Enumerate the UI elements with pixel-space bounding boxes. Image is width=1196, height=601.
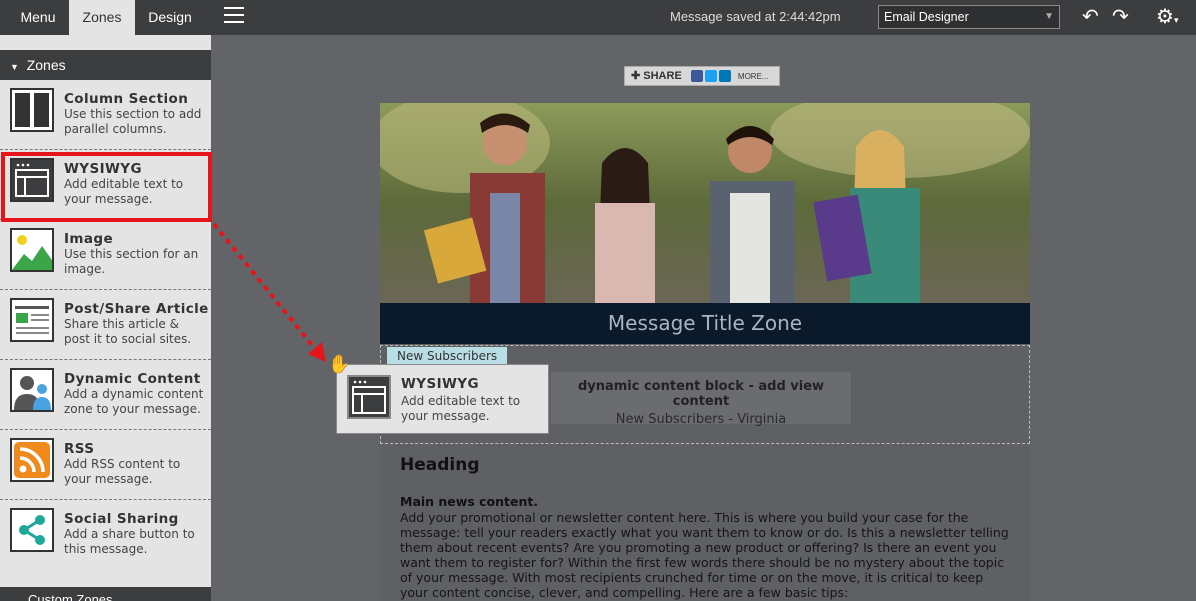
zone-social-sharing[interactable]: Social Sharing Add a share button to thi… <box>0 500 211 570</box>
hamburger-menu-icon[interactable] <box>224 7 244 25</box>
zone-title: Social Sharing <box>64 511 179 527</box>
zones-panel: ▼ Zones Column Section Use this section … <box>0 35 211 601</box>
dynamic-block-title: dynamic content block - add view content <box>577 379 825 409</box>
zone-title: Post/Share Article <box>64 301 209 317</box>
share-more-link[interactable]: MORE... <box>738 72 769 81</box>
zone-desc: Use this section for an image. <box>64 247 199 276</box>
zone-desc: Add a dynamic content zone to your messa… <box>64 387 204 416</box>
columns-icon <box>10 88 54 132</box>
zone-image[interactable]: Image Use this section for an image. <box>0 220 211 290</box>
linkedin-icon[interactable] <box>718 70 731 83</box>
custom-zones-header[interactable]: Custom Zones <box>0 587 211 601</box>
plus-icon: ✚ <box>631 70 641 82</box>
article-icon <box>10 298 54 342</box>
share-label: SHARE <box>643 70 682 82</box>
zone-post-share-article[interactable]: Post/Share Article Share this article & … <box>0 290 211 360</box>
dynamic-block-subtitle: New Subscribers - Virginia <box>615 412 787 427</box>
wysiwyg-icon <box>347 375 391 419</box>
rss-icon <box>10 438 54 482</box>
share-bar[interactable]: ✚ SHARE MORE... <box>624 66 780 86</box>
content-body[interactable]: Add your promotional or newsletter conte… <box>400 510 1015 600</box>
zone-rss[interactable]: RSS Add RSS content to your message. <box>0 430 211 500</box>
chevron-down-icon: ▼ <box>1044 11 1054 22</box>
tab-zones[interactable]: Zones <box>69 0 135 35</box>
subscribers-tag[interactable]: New Subscribers <box>387 347 508 365</box>
zone-title: Dynamic Content <box>64 371 201 387</box>
facebook-icon[interactable] <box>690 70 703 83</box>
designer-select[interactable]: Email Designer ▼ <box>878 5 1060 29</box>
share-icon <box>10 508 54 552</box>
undo-icon[interactable]: ↶ <box>1082 5 1099 27</box>
content-heading[interactable]: Heading <box>400 455 480 475</box>
zone-desc: Use this section to add parallel columns… <box>64 107 202 136</box>
zone-title: Image <box>64 231 114 247</box>
top-toolbar: Menu Zones Design Message saved at 2:44:… <box>0 0 1196 35</box>
dynamic-content-block[interactable]: dynamic content block - add view content… <box>551 372 851 427</box>
ghost-title: WYSIWYG <box>401 376 479 392</box>
zone-title: Column Section <box>64 91 189 107</box>
save-status: Message saved at 2:44:42pm <box>670 9 841 24</box>
content-subheading[interactable]: Main news content. <box>400 494 538 509</box>
designer-select-value: Email Designer <box>884 10 969 24</box>
ghost-desc: Add editable text to your message. <box>401 394 521 423</box>
zones-header[interactable]: ▼ Zones <box>0 50 211 80</box>
zone-desc: Share this article & post it to social s… <box>64 317 192 346</box>
grab-cursor-icon: ✋ <box>328 354 351 375</box>
tab-design[interactable]: Design <box>138 0 202 35</box>
zones-header-label: Zones <box>26 57 66 73</box>
zone-dynamic-content[interactable]: Dynamic Content Add a dynamic content zo… <box>0 360 211 430</box>
twitter-icon[interactable] <box>704 70 717 83</box>
caret-down-icon: ▼ <box>10 62 19 72</box>
drag-ghost-wysiwyg[interactable]: WYSIWYG Add editable text to your messag… <box>336 364 549 434</box>
image-icon <box>10 228 54 272</box>
zone-title: RSS <box>64 441 95 457</box>
hero-image[interactable] <box>380 103 1030 303</box>
zone-desc: Add a share button to this message. <box>64 527 195 556</box>
tab-menu[interactable]: Menu <box>9 0 67 35</box>
gear-icon[interactable]: ⚙▾ <box>1156 5 1178 32</box>
redo-icon[interactable]: ↷ <box>1112 5 1129 27</box>
email-canvas: Message Title Zone New Subscribers dynam… <box>380 103 1030 601</box>
zone-column-section[interactable]: Column Section Use this section to add p… <box>0 80 211 150</box>
message-title-zone[interactable]: Message Title Zone <box>380 303 1030 344</box>
people-icon <box>10 368 54 412</box>
wysiwyg-highlight-box <box>1 152 212 222</box>
zone-desc: Add RSS content to your message. <box>64 457 181 486</box>
